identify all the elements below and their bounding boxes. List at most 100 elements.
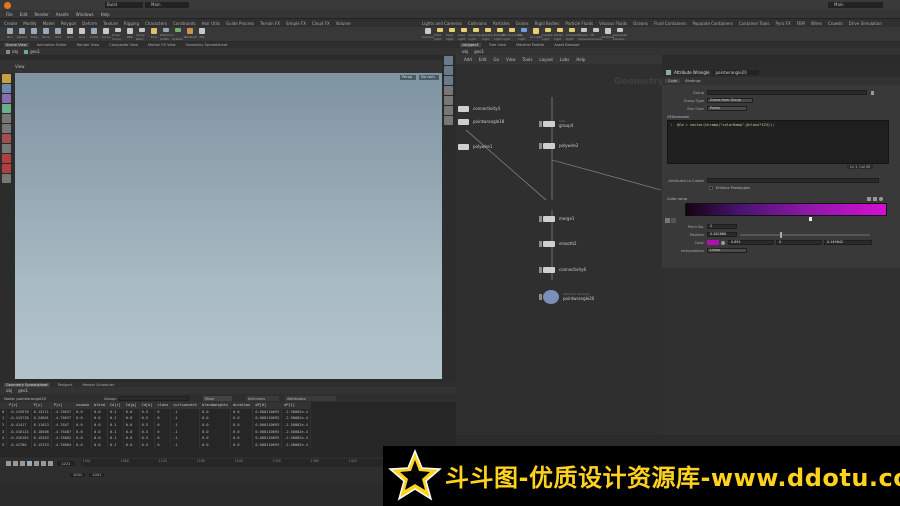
shelf-tab[interactable]: Guide Process [226,21,254,26]
attributes-to-create-field[interactable] [707,178,879,183]
step-forward-icon[interactable] [41,460,46,466]
pane-tab[interactable]: Material Palette [514,43,546,47]
current-frame-field[interactable]: 1221 [57,460,75,466]
group-type-select[interactable]: Guess from Group [707,98,753,103]
shelf-tool[interactable]: Platonic Solids [160,27,172,41]
ramp-key-marker[interactable] [809,217,812,221]
node-pointwrangle20[interactable]: Attribute Wrangle pointwrangle20 [539,289,594,304]
shelf-tab[interactable]: Modify [23,21,36,26]
sheet-group-field[interactable] [118,395,189,401]
sheet-path-root[interactable]: obj [6,388,12,393]
ramp-add-icon[interactable] [867,197,871,201]
pose-tool-icon[interactable] [2,124,11,133]
shelf-tool[interactable]: Line [76,27,88,41]
shelf-tool[interactable]: Box [4,27,16,41]
shelf-tool[interactable]: Null [64,27,76,41]
magnet-icon[interactable] [2,164,11,173]
bypass-flag[interactable] [539,266,542,273]
shelf-tool[interactable]: Spot Light [446,27,458,41]
node-connectivity6[interactable]: connectivity6 [539,266,586,273]
column-header[interactable]: Cd[b] [139,402,156,409]
node-polywire1[interactable]: polywire1 [458,143,492,150]
color-swatch[interactable] [707,240,719,245]
shelf-tab[interactable]: Drive Simulation [849,21,882,26]
column-header[interactable]: P[z] [51,402,75,409]
column-header[interactable]: uvwave [73,402,93,409]
shelf-tool[interactable]: Font [148,27,160,41]
viewport-path-node[interactable]: geo1 [30,49,40,54]
node-box-icon[interactable] [458,118,469,125]
node-pointwrangle18[interactable]: pointwrangle18 [458,118,504,125]
table-row[interactable]: 4 -0.416162 0.15263 -4.76602 0.0 0.0 0.1 0.0 0.5… [0,434,311,442]
enforce-checkbox[interactable] [709,186,713,190]
shelf-tab[interactable]: Volume [336,21,351,26]
shelf-tool[interactable]: Torus [40,27,52,41]
color-r-field[interactable]: 0.891 [728,240,774,245]
shelf-tool[interactable]: Circle [88,27,100,41]
pane-tab[interactable]: /obj/geo1 [460,43,481,47]
column-header[interactable]: class [154,402,172,409]
tab-code[interactable]: Code [665,79,681,83]
shelf-tab[interactable]: Particle Fluids [565,21,593,26]
ramp-gear-icon[interactable] [879,197,883,201]
ghost-icon[interactable] [444,116,453,125]
shelf-tab[interactable]: Constraints [173,21,196,26]
shelf-tool[interactable]: Caustic Light [542,27,554,41]
shelf-tab[interactable]: Grains [516,21,529,26]
play-icon[interactable] [34,460,39,466]
shelf-tab[interactable]: Oceans [633,21,648,26]
network-editor[interactable]: Add Edit Go View Tools Layout Labs Help Geometr… [456,55,664,435]
interpolation-select[interactable]: Linear [707,248,747,253]
pane-tab[interactable]: Tree View [487,43,508,47]
select-tool-icon[interactable] [2,74,11,83]
pane-tab[interactable]: Asset Browser [552,43,582,47]
column-header[interactable]: P[y] [31,402,52,409]
node-box-icon[interactable] [543,142,555,149]
shelf-tool[interactable]: Volume Light [482,27,494,41]
menu-windows[interactable]: Windows [76,12,94,17]
shelf-tool[interactable]: Curve [100,27,112,41]
node-box-icon[interactable] [543,266,555,273]
color-b-field[interactable]: 0.149642 [824,240,872,245]
table-row[interactable]: 3 -0.416124 0.10506 -4.76487 0.0 0.0 0.1 0.0 0.5… [0,428,311,435]
network-path-root[interactable]: obj [462,49,468,54]
shelf-tool[interactable]: Gamepad Camera [613,27,627,41]
group-field[interactable] [707,90,867,95]
shelf-tab[interactable]: Viscous Fluids [599,21,627,26]
shelf-tab[interactable]: Rigid Bodies [535,21,560,26]
bypass-flag[interactable] [539,215,542,222]
tab-bindings[interactable]: Bindings [682,79,703,83]
shelf-tool[interactable]: L-System [172,27,184,41]
shelf-tool[interactable]: Sphere [16,27,28,41]
node-box-icon[interactable] [543,289,559,304]
table-row[interactable]: 1 -0.415728 0.24661 -4.76637 0.0 0.0 0.1 0.0 0.5… [0,415,311,422]
parm-node-name[interactable]: pointwrangle20 [713,70,759,75]
node-smooth2[interactable]: smooth2 [539,240,577,247]
group-arrow-icon[interactable] [871,90,874,95]
shelf-tool[interactable]: Draw Curve [112,27,124,41]
shelf-tab[interactable]: Particles [493,21,510,26]
node-box-icon[interactable] [543,215,555,222]
brush-tool-icon[interactable] [2,144,11,153]
houdini-logo-icon[interactable] [4,1,11,9]
shelf-tool[interactable]: Grid [52,27,64,41]
view-tool-icon[interactable] [2,134,11,143]
shelf-tab[interactable]: Create [4,21,17,26]
viewport-path-root[interactable]: obj [12,49,18,54]
shelf-tool[interactable]: Environment Light [502,27,522,41]
shelf-tab[interactable]: Texture [103,21,118,26]
rotate-tool-icon[interactable] [2,94,11,103]
desktop-selector[interactable]: Main [145,2,189,8]
jump-start-icon[interactable] [6,460,11,466]
shelf-tool[interactable]: File [196,27,208,41]
shelf-tool[interactable]: Path [124,27,136,41]
range-start-field[interactable]: 1001 [70,473,86,477]
point-no-field[interactable]: 2 [707,224,737,229]
spreadsheet-table[interactable]: P[x] P[y] P[z] uvwave blend Cd[r] Cd[g] Cd[b] cl… [0,402,311,449]
shelf-tab[interactable]: Hair Utils [202,21,220,26]
shelf-tool[interactable]: Point Light [434,27,446,41]
shelf-tool[interactable]: Tube [28,27,40,41]
vex-code-editor[interactable]: 1 @Cd = vector(chramp("colorRamp",@class… [667,120,889,164]
node-polywire2[interactable]: polywire2 [539,142,578,149]
shelf-tool[interactable]: Sky Light [518,27,530,41]
